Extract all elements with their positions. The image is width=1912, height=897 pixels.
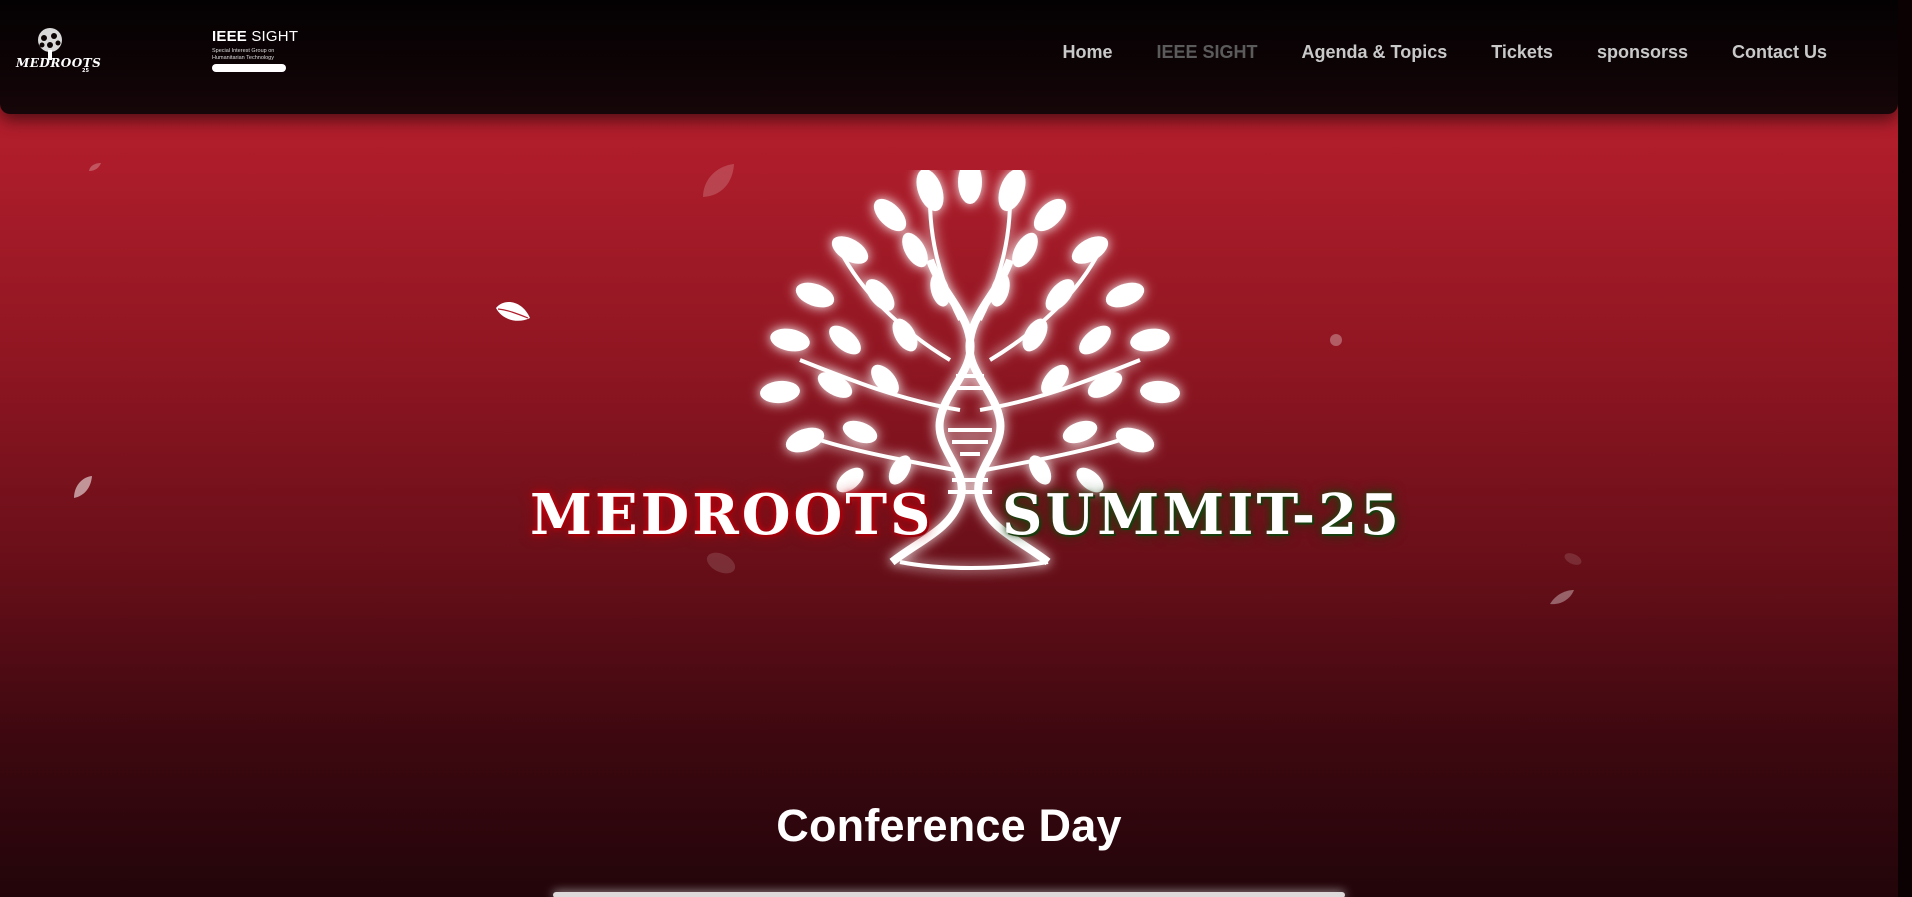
hero-title: MEDROOTS SUMMIT-25 — [0, 482, 1912, 552]
leaf-decoration-icon — [1564, 553, 1582, 565]
ieee-sight-subtitle: Special Interest Group on Humanitarian T… — [212, 48, 288, 61]
ieee-sight-bar — [212, 64, 286, 72]
leaf-decoration-icon — [89, 163, 101, 171]
ieee-sight-title-bold: IEEE — [212, 28, 247, 45]
section-divider — [553, 892, 1345, 897]
section-title: Conference Day — [776, 800, 1122, 851]
page: MEDROOTS SUMMIT-25 Conference Day MEDROO… — [0, 0, 1912, 897]
leaf-decoration-icon — [1550, 590, 1574, 605]
scrollbar[interactable] — [1898, 0, 1912, 897]
navbar: MEDROOTS 25 IEEE SIGHT Special Interest … — [0, 0, 1898, 114]
medroots-logo-year: 25 — [82, 68, 89, 74]
nav-agenda-topics[interactable]: Agenda & Topics — [1302, 42, 1448, 63]
ieee-sight-title-light: SIGHT — [246, 28, 299, 45]
medroots-logo[interactable]: MEDROOTS 25 — [14, 28, 101, 76]
hero-title-medroots: MEDROOTS — [530, 482, 934, 548]
nav-home[interactable]: Home — [1063, 42, 1113, 63]
nav-sponsors[interactable]: sponsorss — [1597, 42, 1688, 63]
nav-tickets[interactable]: Tickets — [1491, 42, 1553, 63]
hero-title-summit: SUMMIT-25 — [1002, 482, 1403, 548]
ieee-sight-logo[interactable]: IEEE SIGHT Special Interest Group on Hum… — [212, 28, 298, 77]
nav-contact-us[interactable]: Contact Us — [1732, 42, 1827, 63]
nav-ieee-sight[interactable]: IEEE SIGHT — [1157, 42, 1258, 63]
ieee-sight-subtitle-line2: Humanitarian Technology — [212, 54, 274, 61]
main-nav: Home IEEE SIGHT Agenda & Topics Tickets … — [1019, 42, 1828, 63]
ieee-sight-title: IEEE SIGHT — [212, 28, 298, 45]
